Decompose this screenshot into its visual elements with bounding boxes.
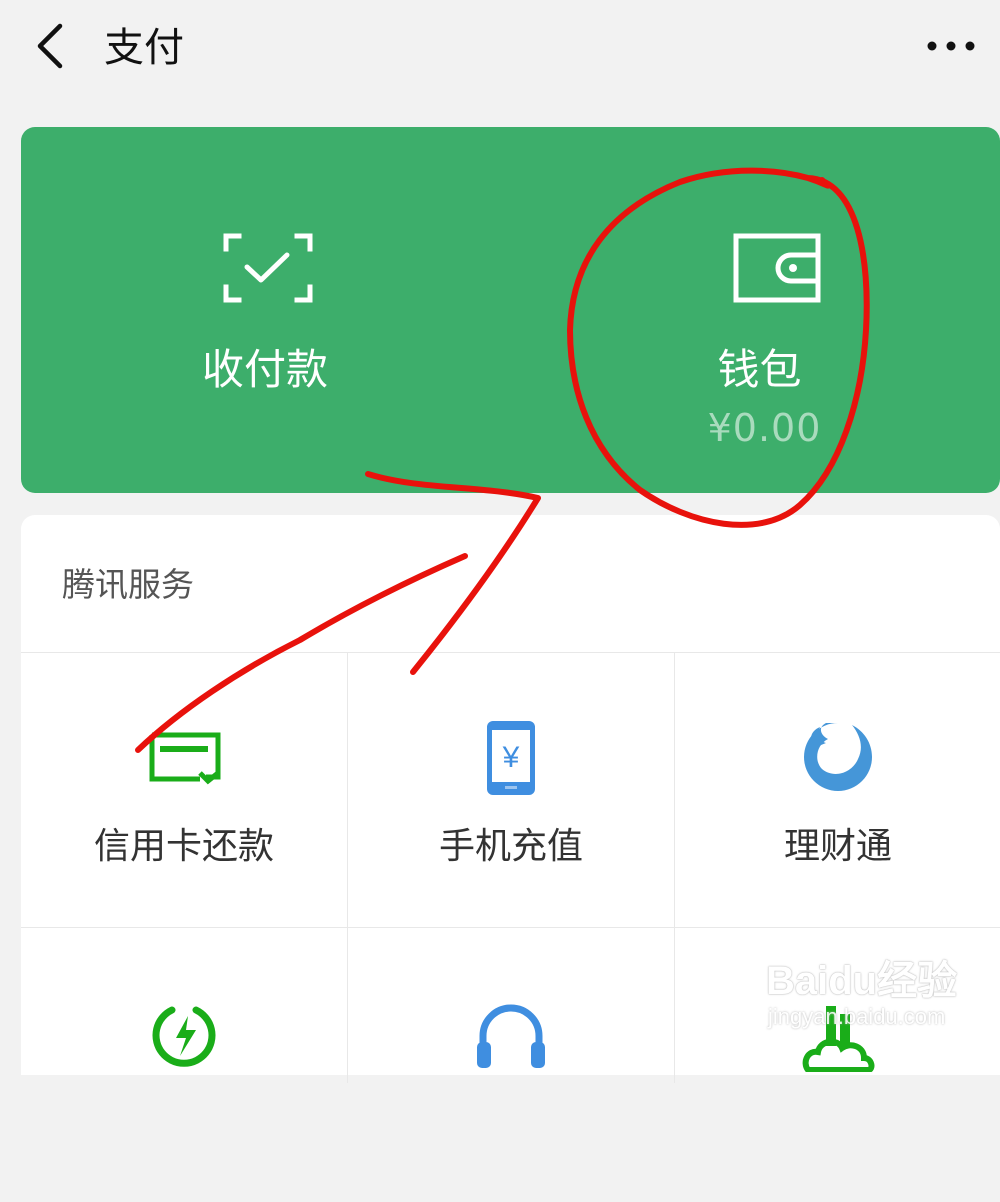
section-title: 腾讯服务: [62, 565, 194, 604]
wallet-tile[interactable]: 钱包 ¥0.00: [511, 127, 1000, 493]
service-credit-card-repay[interactable]: 信用卡还款: [21, 653, 347, 927]
service-label: 理财通: [783, 826, 892, 867]
wallet-balance: ¥0.00: [707, 406, 822, 450]
service-label: 信用卡还款: [93, 826, 274, 867]
watermark-url: jingyan.baidu.com: [768, 1004, 946, 1029]
phone-recharge-icon: ¥: [487, 721, 535, 795]
wallet-icon: [733, 233, 821, 303]
svg-text:¥: ¥: [502, 741, 520, 774]
service-headset[interactable]: [348, 928, 674, 1202]
ellipsis-icon[interactable]: [926, 36, 976, 56]
headset-icon: [477, 1004, 545, 1068]
top-bar: 支付: [0, 0, 1000, 100]
watermark-brand: Baidu经验: [766, 959, 958, 1003]
credit-card-icon: [149, 732, 221, 785]
wallet-label: 钱包: [717, 345, 802, 394]
service-lightning[interactable]: [21, 928, 347, 1202]
scan-check-icon: [223, 233, 313, 303]
watermark: Baidu经验 jingyan.baidu.com: [766, 948, 986, 1038]
chevron-left-icon[interactable]: [30, 22, 70, 70]
service-label: 手机充值: [438, 826, 583, 867]
service-licaitong[interactable]: 理财通: [675, 653, 1000, 927]
wallet-card: 收付款 钱包 ¥0.00: [21, 127, 1000, 493]
pay-collect-tile[interactable]: 收付款: [21, 127, 511, 493]
licaitong-fish-icon: [804, 723, 872, 791]
page-title: 支付: [104, 25, 184, 71]
service-phone-recharge[interactable]: ¥ 手机充值: [348, 653, 674, 927]
lightning-icon: [152, 1006, 216, 1067]
pay-collect-label: 收付款: [201, 345, 328, 394]
